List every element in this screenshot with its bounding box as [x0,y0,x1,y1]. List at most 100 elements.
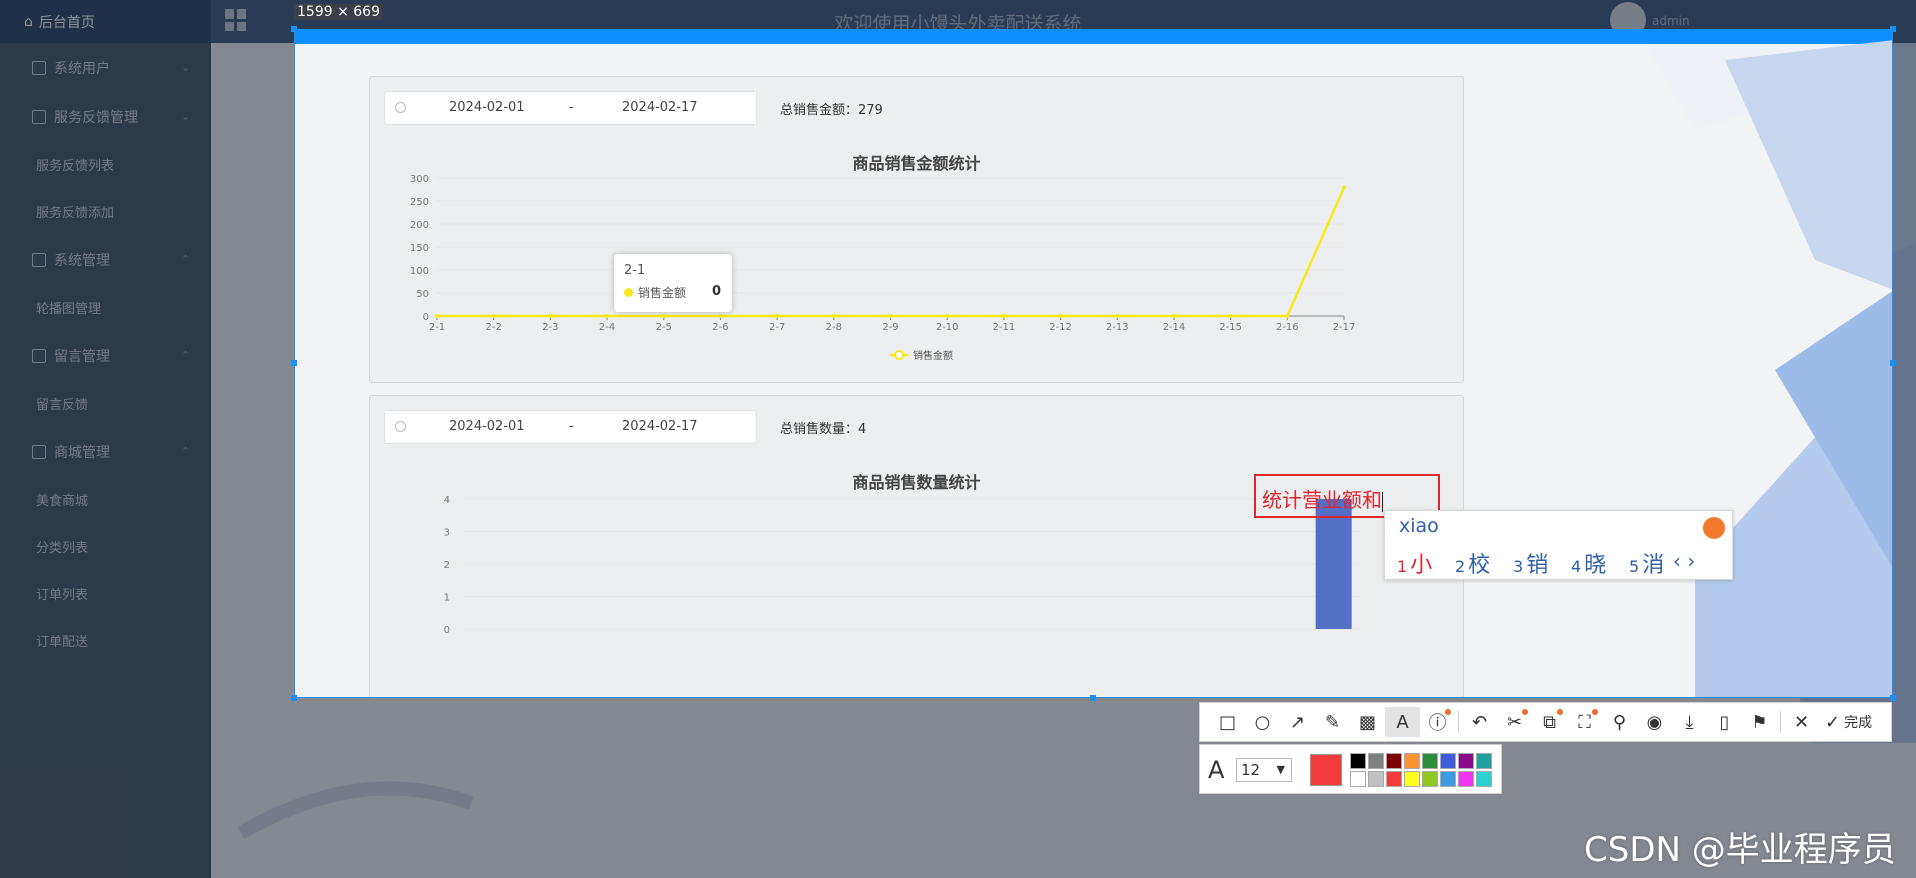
sidebar-subitem[interactable]: 轮播图管理 [0,284,211,331]
color-swatch[interactable] [1386,753,1402,769]
ime-candidate[interactable]: 4晓 [1571,547,1625,579]
username[interactable]: admin [1652,14,1690,28]
menu-group-icon [32,60,46,75]
sidebar-item-label: 美食商城 [36,494,89,509]
data-point [491,314,496,318]
data-point [1285,314,1290,318]
x-tick-label: 2-1 [429,322,445,333]
resize-handle[interactable] [1090,695,1096,701]
done-button[interactable]: ✓ 完成 [1825,712,1872,733]
bookmark-icon[interactable]: ⚑ [1742,707,1777,737]
serial-number-icon[interactable]: ⓘ [1420,707,1455,737]
color-swatch[interactable] [1458,771,1474,787]
resize-handle[interactable] [1890,26,1896,32]
tooltip-series-name: 销售金额 [638,286,687,300]
undo-icon[interactable]: ↶ [1462,707,1497,737]
rectangle-icon[interactable]: □ [1210,707,1245,737]
sidebar-subitem[interactable]: 美食商城 [0,476,211,523]
candidate-index: 4 [1571,557,1582,576]
color-palette [1350,753,1492,787]
color-swatch[interactable] [1350,771,1366,787]
tooltip-value: 0 [712,284,722,299]
pencil-icon[interactable]: ✎ [1315,707,1350,737]
text-tool-icon[interactable]: A [1385,707,1420,737]
close-icon[interactable]: ✕ [1784,707,1819,737]
resize-handle[interactable] [1890,360,1896,366]
sidebar-item-label: 服务反馈添加 [36,206,115,221]
screenshot-selection[interactable]: 2024-02-01 - 2024-02-17 总销售金额：279 商品销售金额… [294,29,1893,698]
ocr-icon[interactable]: ⛶ [1567,707,1602,737]
new-badge [1445,709,1451,715]
resize-handle[interactable] [291,360,297,366]
y-tick-label: 50 [416,289,429,300]
data-point [1058,314,1063,318]
data-point [945,314,950,318]
sidebar-group[interactable]: 商城管理 ⌃ [0,427,211,476]
font-size-select[interactable]: 12 ▼ [1236,758,1292,782]
mosaic-icon[interactable]: ▩ [1350,707,1385,737]
toolbar-separator [1458,711,1459,733]
data-point [831,314,836,318]
data-point [1342,185,1346,190]
color-swatch[interactable] [1404,771,1420,787]
sales-count-bar-chart: 0 1 2 3 4 [444,495,1360,636]
candidate-text: 消 [1642,553,1665,578]
sidebar-item-label: 服务反馈列表 [36,159,115,174]
ime-candidate[interactable]: 3销 [1513,547,1567,579]
sidebar-subitem[interactable]: 分类列表 [0,523,211,570]
color-swatch[interactable] [1368,753,1384,769]
color-swatch[interactable] [1404,753,1420,769]
cut-icon[interactable]: ✂ [1497,707,1532,737]
color-swatch[interactable] [1458,753,1474,769]
color-swatch[interactable] [1422,771,1438,787]
chevron-icon: ⌃ [181,349,191,362]
done-label: 完成 [1844,715,1873,731]
sidebar-group[interactable]: 系统管理 ⌃ [0,235,211,284]
sidebar-group[interactable]: 留言管理 ⌃ [0,331,211,380]
color-swatch[interactable] [1440,753,1456,769]
color-swatch[interactable] [1440,771,1456,787]
sidebar-subitem[interactable]: 留言反馈 [0,380,211,427]
y-tick-label: 2 [444,560,450,571]
sales-amount-card: 2024-02-01 - 2024-02-17 总销售金额：279 商品销售金额… [369,76,1464,383]
ime-candidate[interactable]: 1小 [1397,547,1451,579]
data-point [718,314,723,318]
ime-candidate-window[interactable]: xiao 1小2校3销4晓5消 ‹ › [1384,510,1733,580]
sidebar-subitem[interactable]: 服务反馈列表 [0,141,211,188]
color-swatch[interactable] [1386,771,1402,787]
color-swatch[interactable] [1368,771,1384,787]
x-tick-label: 2-9 [882,322,898,333]
annotation-text: 统计营业额和 [1262,488,1382,512]
legend-marker [894,350,904,360]
color-swatch[interactable] [1350,753,1366,769]
sidebar-subitem[interactable]: 订单列表 [0,570,211,617]
phone-icon[interactable]: ▯ [1707,707,1742,737]
sidebar-group[interactable]: 服务反馈管理 ⌄ [0,92,211,141]
pin-icon[interactable]: ⚲ [1602,707,1637,737]
ime-candidates: 1小2校3销4晓5消 [1397,547,1683,579]
sidebar: 系统用户 ⌄ 服务反馈管理 ⌄ 服务反馈列表 服务反馈添加系统管理 ⌃ 轮播图管理 留言管理 ⌃ 留… [0,43,211,878]
sidebar-subitem[interactable]: 订单配送 [0,617,211,664]
new-badge [1557,709,1563,715]
download-icon[interactable]: ⤓ [1672,707,1707,737]
resize-handle[interactable] [1890,695,1896,701]
candidate-index: 3 [1513,557,1524,576]
chevron-icon: ⌄ [181,61,191,74]
ime-pager[interactable]: ‹ › [1673,549,1695,573]
sidebar-subitem[interactable]: 服务反馈添加 [0,188,211,235]
resize-handle[interactable] [291,695,297,701]
color-swatch[interactable] [1476,771,1492,787]
color-swatch[interactable] [1476,753,1492,769]
ellipse-icon[interactable]: ○ [1245,707,1280,737]
ime-candidate[interactable]: 2校 [1455,547,1509,579]
current-color-swatch[interactable] [1310,754,1342,786]
sidebar-group[interactable]: 系统用户 ⌄ [0,43,211,92]
color-swatch[interactable] [1422,753,1438,769]
data-point [1115,314,1120,318]
translate-icon[interactable]: ⧉ [1532,707,1567,737]
record-icon[interactable]: ◉ [1637,707,1672,737]
resize-handle[interactable] [291,26,297,32]
y-tick-label: 0 [444,625,450,636]
arrow-icon[interactable]: ↗ [1280,707,1315,737]
chart-tooltip: 2-1 销售金额 0 [614,254,732,312]
